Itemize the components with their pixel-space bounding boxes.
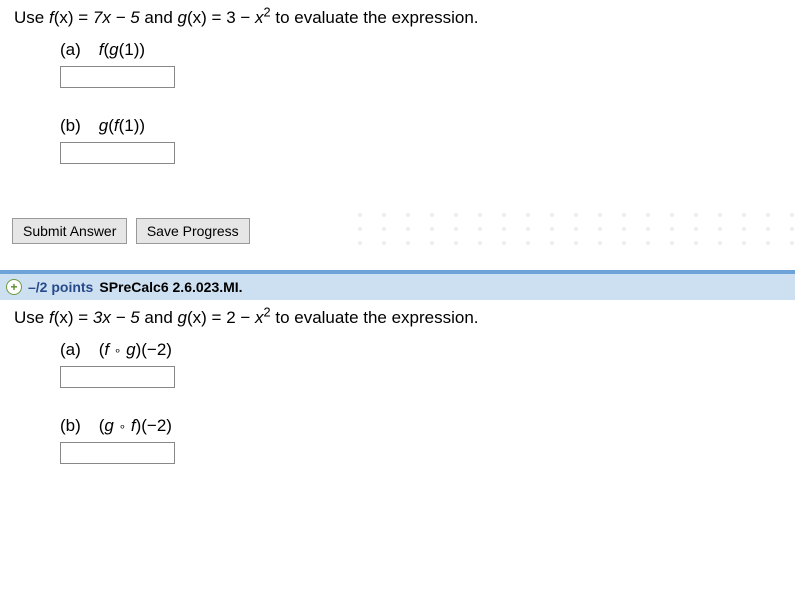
arg: (1)) (119, 116, 145, 135)
compose-icon: ∘ (119, 420, 127, 434)
eq: = (207, 308, 226, 327)
question-1-prompt: Use f(x) = 7x − 5 and g(x) = 3 − x2 to e… (14, 8, 781, 28)
outer-fn: f (104, 340, 109, 359)
eq: = (74, 8, 93, 27)
f-arg: (x) (54, 8, 74, 27)
eq: = (207, 8, 226, 27)
part-a-label: (a) f(g(1)) (60, 40, 781, 60)
save-progress-button[interactable]: Save Progress (136, 218, 250, 244)
outer-fn: g (99, 116, 108, 135)
part-b: (b) g(f(1)) (60, 116, 781, 164)
question-2-prompt: Use f(x) = 3x − 5 and g(x) = 2 − x2 to e… (14, 308, 781, 328)
inner-fn: g (126, 340, 135, 359)
part-a-label: (a) (f ∘ g)(−2) (60, 340, 781, 360)
outer-fn: f (99, 40, 104, 59)
g-body-x: x (255, 8, 264, 27)
part-b-label: (b) g(f(1)) (60, 116, 781, 136)
question-1-parts: (a) f(g(1)) (b) g(f(1)) (60, 40, 781, 164)
g-body-exp: 2 (264, 304, 271, 319)
arg: (−2) (141, 340, 172, 359)
arg: (−2) (141, 416, 172, 435)
part-letter: (a) (60, 40, 94, 60)
prompt-text: Use (14, 8, 49, 27)
inner-fn: g (109, 40, 118, 59)
part-b: (b) (g ∘ f)(−2) (60, 416, 781, 464)
part-a: (a) f(g(1)) (60, 40, 781, 88)
eq: = (74, 308, 93, 327)
g-name: g (178, 8, 187, 27)
g-name: g (178, 308, 187, 327)
expand-icon[interactable]: + (6, 279, 22, 295)
g-arg: (x) (187, 308, 207, 327)
part-a: (a) (f ∘ g)(−2) (60, 340, 781, 388)
prompt-post: to evaluate the expression. (271, 8, 479, 27)
question-2: Use f(x) = 3x − 5 and g(x) = 2 − x2 to e… (0, 300, 795, 510)
g-body-a: 3 − (226, 8, 255, 27)
part-b-label: (b) (g ∘ f)(−2) (60, 416, 781, 436)
and-text: and (140, 8, 178, 27)
answer-input-1b[interactable] (60, 142, 175, 164)
part-letter: (b) (60, 116, 94, 136)
part-letter: (b) (60, 416, 94, 436)
f-body: 7x − 5 (93, 8, 140, 27)
g-body-exp: 2 (264, 4, 271, 19)
question-ref: SPreCalc6 2.6.023.MI. (99, 279, 242, 295)
points-text: –/2 points (28, 279, 93, 295)
button-bar: Submit Answer Save Progress (0, 210, 795, 252)
question-2-header: + –/2 points SPreCalc6 2.6.023.MI. (0, 270, 795, 300)
answer-input-2b[interactable] (60, 442, 175, 464)
g-arg: (x) (187, 8, 207, 27)
f-arg: (x) (54, 308, 74, 327)
prompt-post: to evaluate the expression. (271, 308, 479, 327)
part-letter: (a) (60, 340, 94, 360)
submit-answer-button[interactable]: Submit Answer (12, 218, 127, 244)
arg: (1)) (119, 40, 145, 59)
answer-input-1a[interactable] (60, 66, 175, 88)
prompt-text: Use (14, 308, 49, 327)
g-body-a: 2 − (226, 308, 255, 327)
answer-input-2a[interactable] (60, 366, 175, 388)
question-1: Use f(x) = 7x − 5 and g(x) = 3 − x2 to e… (0, 0, 795, 210)
question-2-parts: (a) (f ∘ g)(−2) (b) (g ∘ f)(−2) (60, 340, 781, 464)
g-body-x: x (255, 308, 264, 327)
and-text: and (140, 308, 178, 327)
compose-icon: ∘ (114, 344, 122, 358)
outer-fn: g (104, 416, 113, 435)
f-body: 3x − 5 (93, 308, 140, 327)
